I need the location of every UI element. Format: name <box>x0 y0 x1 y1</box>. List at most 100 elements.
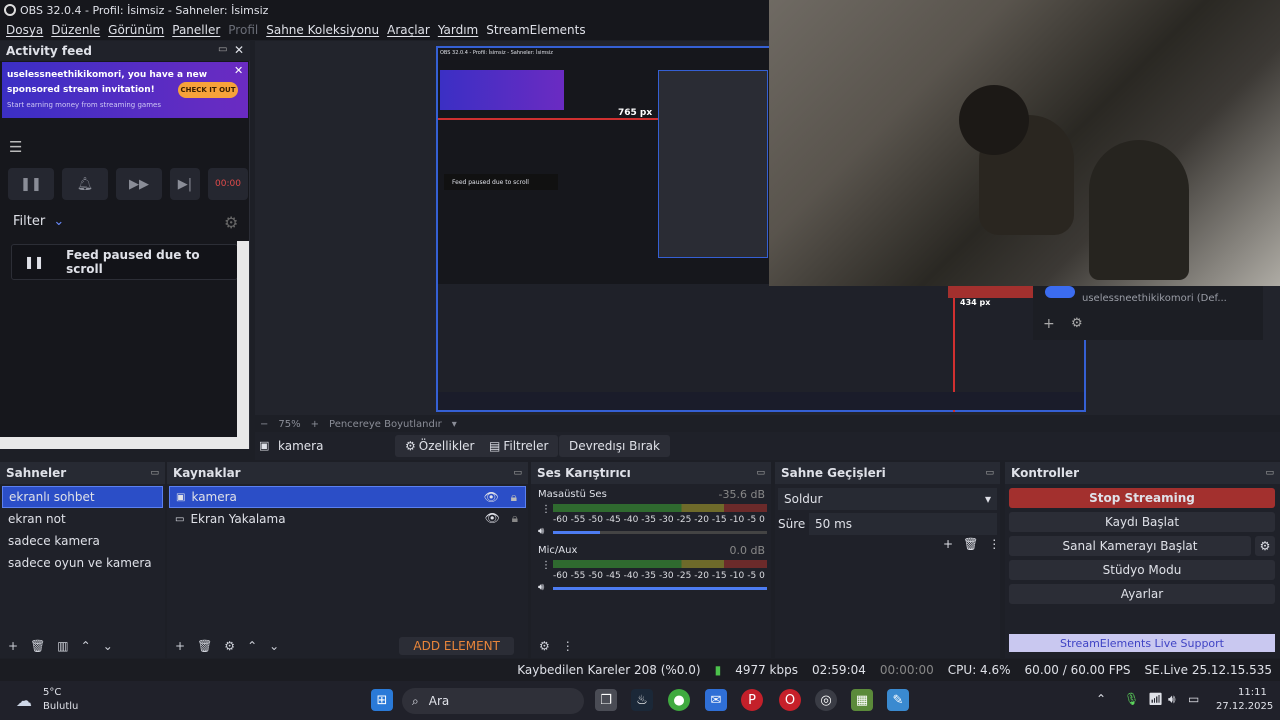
pause-feed-button[interactable]: ❚❚ <box>8 168 54 200</box>
volume-slider[interactable] <box>553 531 767 534</box>
kebab-menu-icon[interactable]: ⋮ <box>562 639 574 653</box>
gear-icon[interactable]: ⚙ <box>1255 536 1275 556</box>
deactivate-button[interactable]: Devredışı Bırak <box>559 435 670 457</box>
mail-icon[interactable]: ✉ <box>705 689 727 711</box>
menu-edit[interactable]: Düzenle <box>51 23 100 37</box>
menu-docks[interactable]: Paneller <box>172 23 220 37</box>
gear-icon[interactable]: ⚙ <box>224 639 235 653</box>
kebab-menu-icon[interactable]: ⋮ <box>541 504 551 515</box>
toggle-switch[interactable] <box>1045 286 1075 298</box>
skip-end-button[interactable]: ▶| <box>170 168 200 200</box>
filter-icon[interactable]: ▥ <box>57 639 68 653</box>
add-icon[interactable]: + <box>8 639 18 653</box>
speaker-icon[interactable]: 🔊︎ <box>538 582 544 593</box>
studio-mode-button[interactable]: Stüdyo Modu <box>1009 560 1275 580</box>
lock-icon[interactable]: 🔒︎ <box>511 490 517 505</box>
clock-time[interactable]: 11:11 <box>1238 687 1267 698</box>
webcam-source[interactable] <box>769 0 1280 286</box>
clock-date[interactable]: 27.12.2025 <box>1216 701 1273 712</box>
feed-scrollbar[interactable] <box>237 241 249 449</box>
speaker-icon[interactable]: 🔊︎ <box>1168 692 1176 707</box>
trash-icon[interactable]: 🗑︎ <box>30 639 45 653</box>
volume-slider[interactable] <box>553 587 767 590</box>
stop-streaming-button[interactable]: Stop Streaming <box>1009 488 1275 508</box>
zoom-out-icon[interactable]: − <box>260 419 268 430</box>
scene-item[interactable]: ekranlı sohbet <box>2 486 163 508</box>
xbox-icon[interactable]: ● <box>668 689 690 711</box>
zoom-in-icon[interactable]: + <box>311 419 319 430</box>
start-virtual-camera-button[interactable]: Sanal Kamerayı Başlat <box>1009 536 1251 556</box>
float-icon[interactable]: ▭ <box>218 44 227 55</box>
minecraft-icon[interactable]: ▦ <box>851 689 873 711</box>
obs-icon[interactable]: ◎ <box>815 689 837 711</box>
duration-input[interactable]: 50 ms <box>809 513 997 535</box>
battery-icon[interactable]: ▭ <box>1188 692 1199 706</box>
move-down-icon[interactable]: ⌄ <box>103 639 113 653</box>
eye-icon[interactable]: 👁︎ <box>485 511 500 525</box>
gear-icon[interactable]: ⚙ <box>539 639 550 653</box>
hamburger-menu-icon[interactable]: ☰ <box>9 138 22 156</box>
move-up-icon[interactable]: ⌃ <box>81 639 91 653</box>
filter-dropdown[interactable]: Filter ⌄ <box>13 214 64 229</box>
speaker-icon[interactable]: 🔊︎ <box>538 526 544 537</box>
add-icon[interactable]: + <box>943 537 953 551</box>
menu-tools[interactable]: Araçlar <box>387 23 430 37</box>
menu-view[interactable]: Görünüm <box>108 23 164 37</box>
live-support-button[interactable]: StreamElements Live Support <box>1009 634 1275 652</box>
opera-icon[interactable]: O <box>779 689 801 711</box>
resize-to-window[interactable]: Pencereye Boyutlandır <box>329 419 442 430</box>
eye-icon[interactable]: 👁︎ <box>484 490 499 504</box>
chevron-up-icon[interactable]: ⌃ <box>1096 692 1106 706</box>
menu-help[interactable]: Yardım <box>438 23 478 37</box>
float-icon[interactable]: ▭ <box>756 468 765 478</box>
float-icon[interactable]: ▭ <box>985 468 994 478</box>
close-icon[interactable]: ✕ <box>234 43 244 57</box>
trash-icon[interactable]: 🗑︎ <box>197 639 212 653</box>
mic-icon[interactable]: 🎙︎ <box>1124 692 1139 706</box>
scene-item[interactable]: ekran not <box>2 508 163 530</box>
lock-icon[interactable]: 🔒︎ <box>512 511 518 526</box>
start-recording-button[interactable]: Kaydı Başlat <box>1009 512 1275 532</box>
source-item[interactable]: ▭ Ekran Yakalama 👁︎ 🔒︎ <box>169 508 526 530</box>
feed-h-scrollbar[interactable] <box>0 437 237 449</box>
add-icon[interactable]: + <box>1043 316 1055 332</box>
menu-file[interactable]: Dosya <box>6 23 43 37</box>
wifi-icon[interactable]: 📶︎ <box>1148 692 1163 706</box>
menu-scene-collection[interactable]: Sahne Koleksiyonu <box>266 23 379 37</box>
trash-icon[interactable]: 🗑︎ <box>963 537 978 551</box>
scene-item[interactable]: sadece kamera <box>2 530 163 552</box>
filters-button[interactable]: ▤ Filtreler <box>479 435 559 457</box>
float-icon[interactable]: ▭ <box>1265 468 1274 478</box>
move-down-icon[interactable]: ⌄ <box>269 639 279 653</box>
banner-subtext: Start earning money from streaming games <box>7 101 161 109</box>
kebab-menu-icon[interactable]: ⋮ <box>988 537 1000 551</box>
paint-icon[interactable]: ✎ <box>887 689 909 711</box>
skip-alert-button[interactable]: ▶▶ <box>116 168 162 200</box>
chevron-down-icon[interactable]: ▾ <box>452 419 457 430</box>
settings-button[interactable]: Ayarlar <box>1009 584 1275 604</box>
mute-alerts-button[interactable]: 🔔︎ <box>62 168 108 200</box>
scene-item[interactable]: sadece oyun ve kamera <box>2 552 163 574</box>
kebab-menu-icon[interactable]: ⋮ <box>541 560 551 571</box>
properties-button[interactable]: ⚙ Özellikler <box>395 435 485 457</box>
transition-select[interactable]: Soldur ▾ <box>778 488 997 510</box>
search-box[interactable]: ⌕ Ara <box>402 688 584 714</box>
gear-icon[interactable]: ⚙ <box>1071 316 1083 331</box>
sponsored-banner[interactable]: uselessneethikikomori, you have a new sp… <box>2 62 248 118</box>
float-icon[interactable]: ▭ <box>150 468 159 478</box>
task-view-icon[interactable]: ❐ <box>595 689 617 711</box>
banner-close-icon[interactable]: ✕ <box>234 64 243 77</box>
pinterest-icon[interactable]: P <box>741 689 763 711</box>
source-item[interactable]: ▣ kamera 👁︎ 🔒︎ <box>169 486 526 508</box>
menu-streamelements[interactable]: StreamElements <box>486 23 585 37</box>
steam-icon[interactable]: ♨ <box>631 689 653 711</box>
windows-start-icon[interactable]: ⊞ <box>371 689 393 711</box>
add-icon[interactable]: + <box>175 639 185 653</box>
move-up-icon[interactable]: ⌃ <box>247 639 257 653</box>
add-element-button[interactable]: ADD ELEMENT <box>399 637 514 655</box>
gear-icon[interactable]: ⚙ <box>224 213 238 232</box>
transition-type: Soldur <box>784 492 823 506</box>
float-icon[interactable]: ▭ <box>513 468 522 478</box>
check-it-out-button[interactable]: CHECK IT OUT <box>178 82 238 98</box>
menu-profile[interactable]: Profil <box>228 23 258 37</box>
